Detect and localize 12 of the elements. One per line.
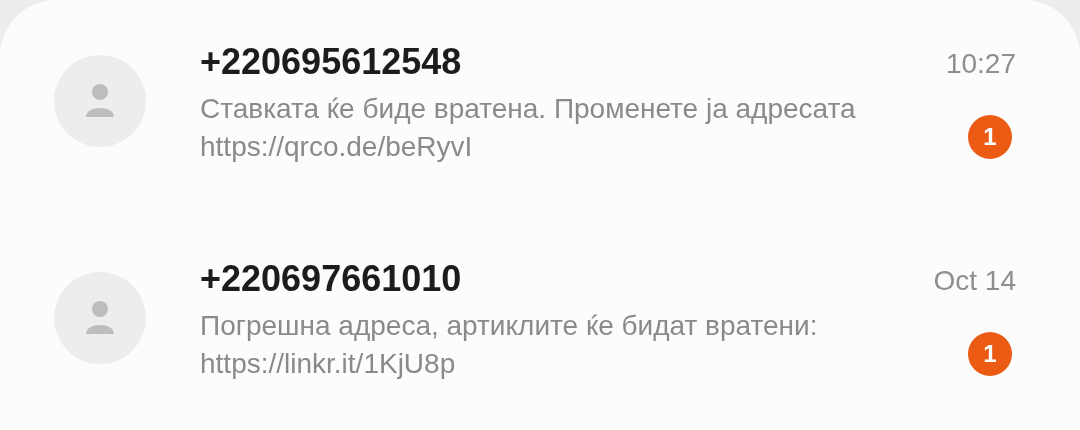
message-preview: Погрешна адреса, артиклите ќе бидат вратени: https://linkr.it/1KjU8p <box>200 309 819 381</box>
sender-name: +220697661010 <box>200 257 463 301</box>
message-time: Oct 14 <box>933 264 1016 298</box>
unread-badge: 1 <box>968 332 1012 376</box>
message-preview: Ставката ќе биде вратена. Променете ја адресата https://qrco.de/beRyvI <box>200 92 857 164</box>
conversation-row[interactable]: +220697661010 Погрешна адреса, артиклите ќе бидат вратени: https://linkr.it/1KjU8p Oct 14 1 <box>0 239 1080 430</box>
sender-name: +220695612548 <box>200 40 463 84</box>
person-icon <box>84 83 116 119</box>
conversation-row[interactable]: +220695612548 Ставката ќе биде вратена. Променете ја адресата https://qrco.de/beRyvI 10:27 1 <box>0 22 1080 239</box>
unread-badge: 1 <box>968 115 1012 159</box>
message-time: 10:27 <box>945 47 1016 81</box>
person-icon <box>84 300 116 336</box>
